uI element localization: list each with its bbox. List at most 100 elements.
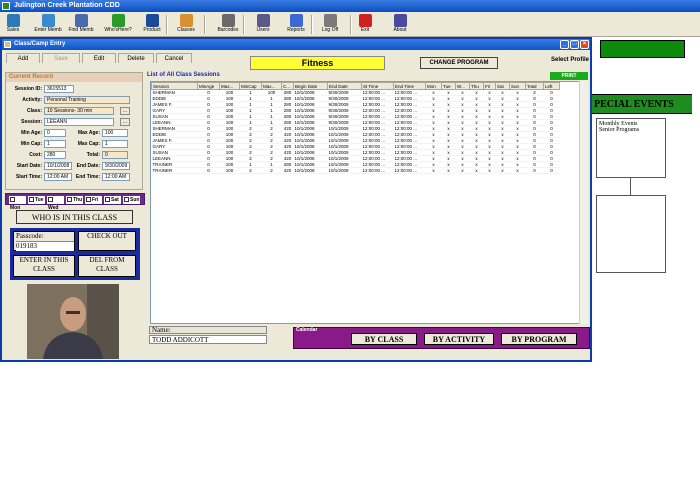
find-memb-toolbar-button[interactable]: Find Memb [67, 13, 95, 36]
save-button[interactable]: Save [42, 53, 80, 63]
minimize-icon[interactable]: _ [560, 40, 569, 49]
checkbox-icon [29, 197, 34, 203]
check-out-button[interactable]: CHECK OUT [78, 231, 136, 251]
column-header[interactable]: St Time [361, 82, 394, 90]
check-in-panel: Passcode: 019183 CHECK OUT ENTER IN THIS… [10, 228, 140, 280]
max-cap-field[interactable]: 1 [102, 140, 128, 148]
activity-field[interactable]: Personal Training [44, 96, 130, 104]
toolbar-button-label: Find Memb [68, 27, 94, 33]
day-checkbox-thu[interactable]: Thu [66, 196, 83, 204]
users-toolbar-button[interactable]: Users [252, 13, 274, 36]
classes-toolbar-button[interactable]: Classes [175, 13, 197, 36]
edit-button[interactable]: Edit [82, 53, 116, 63]
maximize-icon[interactable]: □ [570, 40, 579, 49]
reports-toolbar-button[interactable]: Reports [283, 13, 309, 36]
grid-vertical-scrollbar[interactable] [579, 81, 588, 324]
del-from-class-button[interactable]: DEL FROM CLASS [78, 255, 136, 277]
column-header[interactable]: C... [281, 82, 294, 90]
change-program-button[interactable]: CHANGE PROGRAM [420, 57, 498, 69]
end-time-field[interactable]: 12:00 AM [102, 173, 130, 181]
table-row[interactable]: TRAINER 0 100 2 2 420 10/1/2008 10/1/2009 12:00:… [151, 167, 560, 174]
day-checkbox-tue[interactable]: Tue [28, 196, 45, 204]
end-date-field[interactable]: 9/30/2009 [102, 162, 130, 170]
log-off-icon [323, 14, 337, 27]
delete-button[interactable]: Delete [118, 53, 154, 63]
cost-field[interactable]: 280 [44, 151, 66, 159]
class-lookup-button[interactable]: ... [120, 107, 130, 115]
member-photo [27, 284, 119, 359]
column-header[interactable]: Total [525, 82, 544, 90]
exit-toolbar-button[interactable]: Exit [357, 13, 373, 36]
who-shere-toolbar-button[interactable]: Who'sHere? [104, 13, 132, 36]
log-off-toolbar-button[interactable]: Log Off [318, 13, 342, 36]
checkbox-icon [105, 197, 110, 203]
column-header[interactable]: Begin Date [293, 82, 328, 90]
who-is-in-class-button[interactable]: WHO IS IN THIS CLASS [16, 210, 133, 224]
table-cell: TRAINER [151, 167, 198, 174]
table-cell: 2 [239, 167, 262, 174]
column-header[interactable]: Max... [261, 82, 282, 90]
session-lookup-button[interactable]: ... [120, 118, 130, 126]
toolbar-button-label: Barcodes [217, 27, 239, 33]
column-header[interactable]: Thu [469, 82, 484, 90]
column-header[interactable]: Max... [219, 82, 240, 90]
calendar-panel: Calendar BY CLASS BY ACTIVITY BY PROGRAM [293, 327, 590, 349]
about-toolbar-button[interactable]: About [389, 13, 411, 36]
max-age-field[interactable]: 100 [102, 129, 128, 137]
day-checkbox-mon[interactable]: Mon [9, 196, 26, 211]
table-cell: x [455, 167, 470, 174]
column-header[interactable]: Left [543, 82, 560, 90]
column-header[interactable]: Tue [441, 82, 456, 90]
product-toolbar-button[interactable]: Product [139, 13, 165, 36]
session-id-field[interactable]: 3615513 [44, 85, 74, 93]
column-header[interactable]: Fri [483, 82, 496, 90]
passcode-field[interactable]: 019183 [16, 241, 74, 251]
column-header[interactable]: End Date [327, 82, 362, 90]
day-checkbox-sat[interactable]: Sat [104, 196, 121, 204]
exit-icon [358, 14, 372, 27]
column-header[interactable]: W... [455, 82, 470, 90]
app-title: Julington Creek Plantation CDD [14, 2, 120, 9]
start-time-label: Start Time: [15, 174, 42, 180]
day-checkbox-sun[interactable]: Sun [123, 196, 140, 204]
min-cap-field[interactable]: 1 [44, 140, 66, 148]
column-header[interactable]: Sun [509, 82, 526, 90]
start-date-field[interactable]: 10/1/2008 [44, 162, 72, 170]
column-header[interactable]: Sat [495, 82, 510, 90]
min-age-field[interactable]: 0 [44, 129, 66, 137]
day-checkbox-fri[interactable]: Fri [85, 196, 102, 204]
calendar-by-class-button[interactable]: BY CLASS [351, 333, 417, 345]
end-date-label: End Date: [76, 163, 100, 169]
enter-in-class-button[interactable]: ENTER IN THIS CLASS [13, 255, 75, 277]
day-label: Tue [35, 197, 44, 203]
sessions-grid: Session MinAge Max... MinCap Max... C... Begin… [150, 81, 588, 324]
events-line[interactable]: Senior Programs [599, 127, 663, 133]
class-camp-entry-window: Class/Camp Entry _ □ × Add Save Edit Del… [0, 37, 592, 362]
cancel-button[interactable]: Cancel [156, 53, 192, 63]
column-header[interactable]: Session [151, 82, 198, 90]
table-cell: 420 [281, 167, 294, 174]
enter-memb-toolbar-button[interactable]: Enter Memb [34, 13, 62, 36]
class-field[interactable]: 10 Sessions- 30 min [44, 107, 114, 115]
add-button[interactable]: Add [6, 53, 40, 63]
calendar-by-activity-button[interactable]: BY ACTIVITY [424, 333, 494, 345]
column-header[interactable]: MinAge [197, 82, 220, 90]
reports-icon [289, 14, 303, 27]
calendar-by-program-button[interactable]: BY PROGRAM [501, 333, 577, 345]
table-cell: 0 [197, 167, 220, 174]
print-button[interactable]: PRINT [550, 72, 588, 80]
table-cell: 0 [543, 167, 560, 174]
column-header[interactable]: End Time [393, 82, 426, 90]
day-checkbox-wed[interactable]: Wed [47, 196, 64, 211]
select-profile-button[interactable]: Select Profile [550, 57, 590, 71]
column-header[interactable]: MinCap [239, 82, 262, 90]
sessions-table: Session MinAge Max... MinCap Max... C... Begin… [151, 82, 560, 174]
name-display: Name: TODD ADDICOTT [149, 326, 267, 344]
session-field[interactable]: LEEANN [44, 118, 114, 126]
column-header[interactable]: Mon [425, 82, 442, 90]
sales-toolbar-button[interactable]: Sales [4, 13, 22, 36]
close-icon[interactable]: × [580, 40, 589, 49]
barcodes-toolbar-button[interactable]: Barcodes [213, 13, 243, 36]
activity-label: Activity: [22, 97, 42, 103]
start-time-field[interactable]: 12:00 AM [44, 173, 72, 181]
